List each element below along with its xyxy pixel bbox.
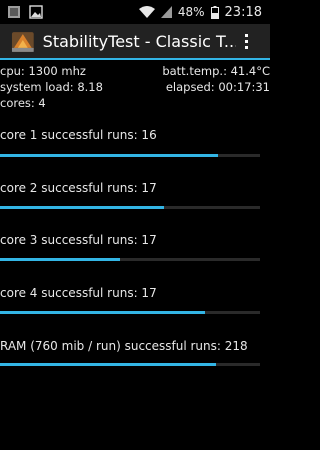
signal-icon — [160, 6, 172, 18]
core-2-item: core 2 successful runs: 17 — [0, 180, 270, 209]
battery-icon — [210, 5, 219, 19]
core-2-progress-bar — [0, 206, 260, 209]
overflow-menu-icon[interactable] — [236, 29, 256, 53]
core-2-progress-fill — [0, 206, 164, 209]
core-3-item: core 3 successful runs: 17 — [0, 232, 270, 261]
image-icon — [29, 5, 43, 19]
core-count: cores: 4 — [0, 96, 46, 110]
status-bar: 48% 23:18 — [0, 0, 270, 24]
core-1-progress-fill — [0, 154, 219, 157]
ram-item: RAM (760 mib / run) successful runs: 218 — [0, 338, 270, 366]
action-bar: StabilityTest - Classic T... — [0, 24, 270, 60]
battery-temperature: batt.temp.: 41.4°C — [162, 64, 270, 78]
cpu-frequency: cpu: 1300 mhz — [0, 64, 86, 78]
ram-progress-bar — [0, 363, 260, 366]
status-time: 23:18 — [224, 4, 262, 20]
core-4-progress-fill — [0, 311, 206, 314]
elapsed-time: elapsed: 00:17:31 — [165, 80, 270, 94]
stabilitytest-app-icon[interactable] — [10, 28, 36, 54]
core-3-label: core 3 successful runs: 17 — [0, 233, 157, 247]
core-1-item: core 1 successful runs: 16 — [0, 127, 270, 157]
core-2-label: core 2 successful runs: 17 — [0, 181, 157, 195]
stats-panel: cpu: 1300 mhz batt.temp.: 41.4°C system … — [0, 63, 270, 111]
notification-app-icon — [8, 6, 20, 18]
ram-label: RAM (760 mib / run) successful runs: 218 — [0, 339, 248, 353]
core-3-progress-fill — [0, 258, 120, 261]
core-4-progress-bar — [0, 311, 260, 314]
system-load: system load: 8.18 — [0, 80, 103, 94]
battery-percentage: 48% — [177, 5, 205, 19]
core-1-label: core 1 successful runs: 16 — [0, 128, 157, 142]
core-1-progress-bar — [0, 154, 260, 157]
core-4-label: core 4 successful runs: 17 — [0, 286, 157, 300]
app-title: StabilityTest - Classic T... — [42, 31, 237, 51]
core-4-item: core 4 successful runs: 17 — [0, 285, 270, 314]
core-3-progress-bar — [0, 258, 260, 261]
wifi-icon — [138, 6, 155, 18]
ram-progress-fill — [0, 363, 216, 366]
